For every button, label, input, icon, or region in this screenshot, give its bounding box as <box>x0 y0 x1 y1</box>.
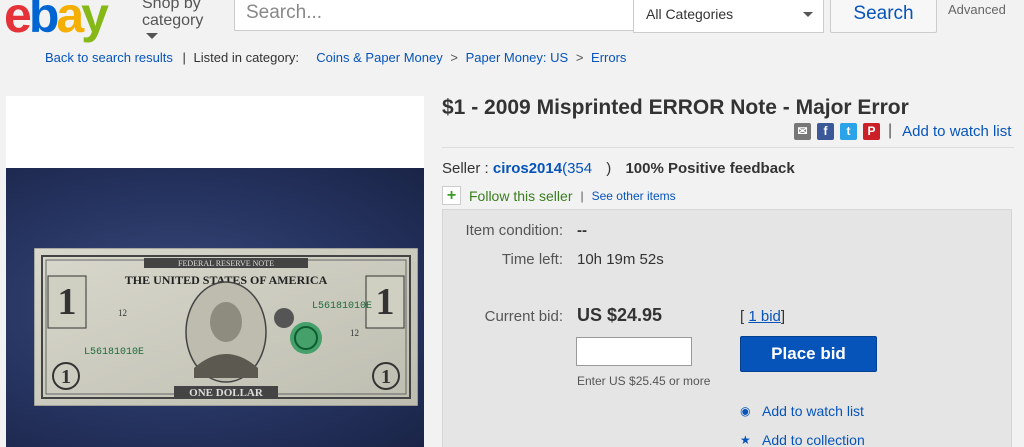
mail-icon[interactable]: ✉ <box>794 122 811 140</box>
add-to-collection-label: Add to collection <box>762 432 865 447</box>
category-select[interactable]: All Categories <box>633 0 824 33</box>
note-numeral: 1 <box>58 281 77 323</box>
positive-feedback: 100% Positive feedback <box>625 160 795 177</box>
seller-score-close: ) <box>606 160 612 177</box>
time-left-value: 10h 19m 52s <box>577 251 664 268</box>
breadcrumb-separator: > <box>575 50 584 65</box>
add-to-watch-list-action[interactable]: ◉ Add to watch list <box>740 403 864 419</box>
item-image-panel: FEDERAL RESERVE NOTE THE UNITED STATES O… <box>6 96 424 447</box>
note-serial-top: L56181010E <box>312 301 372 312</box>
seller-info: Seller : ciros2014(354 ) 100% Positive f… <box>442 160 795 177</box>
logo-letter: a <box>56 0 84 43</box>
follow-seller-link[interactable]: Follow this seller <box>469 188 572 204</box>
current-bid-value: US $24.95 <box>577 305 663 325</box>
share-row: ✉ f t P | Add to watch list <box>794 121 1011 141</box>
bid-count-close: ] <box>780 308 786 325</box>
add-to-watch-list-label: Add to watch list <box>762 403 864 419</box>
follow-pipe: | <box>580 188 584 203</box>
bid-hint: Enter US $25.45 or more <box>577 374 711 388</box>
seller-label: Seller : <box>442 160 489 177</box>
add-to-collection-action[interactable]: ★ Add to collection <box>740 432 865 447</box>
eye-icon: ◉ <box>740 404 751 418</box>
shop-by-category-label: Shop by category <box>142 0 204 29</box>
time-left-label: Time left: <box>501 251 563 268</box>
bid-count: [ 1 bid] <box>740 308 785 325</box>
pinterest-icon[interactable]: P <box>863 122 880 140</box>
dollar-bill-image: FEDERAL RESERVE NOTE THE UNITED STATES O… <box>34 248 418 406</box>
note-serial-bottom: L56181010E <box>84 347 144 358</box>
search-button[interactable]: Search <box>830 0 937 33</box>
chevron-down-icon <box>146 33 158 39</box>
listed-in-label: Listed in category: <box>193 50 300 65</box>
bid-amount-input[interactable] <box>576 337 692 366</box>
breadcrumb-item[interactable]: Coins & Paper Money <box>316 50 442 65</box>
category-select-value: All Categories <box>646 6 734 22</box>
bid-history-link[interactable]: 1 bid <box>748 308 781 325</box>
star-icon: ★ <box>740 433 751 447</box>
advanced-search-link[interactable]: Advanced <box>948 2 1006 17</box>
see-other-items-link[interactable]: See other items <box>592 189 676 203</box>
logo-letter: b <box>28 0 59 43</box>
twitter-icon[interactable]: t <box>840 122 857 140</box>
item-title: $1 - 2009 Misprinted ERROR Note - Major … <box>442 96 909 119</box>
note-plate-number: 12 <box>350 328 359 338</box>
current-bid-label: Current bid: <box>484 308 563 325</box>
note-denomination: ONE DOLLAR <box>189 387 264 399</box>
seller-feedback-score[interactable]: 354 <box>567 160 592 177</box>
ebay-logo[interactable]: ebay <box>4 0 109 43</box>
breadcrumb: Back to search results | Listed in categ… <box>45 50 626 65</box>
note-numeral: 1 <box>376 281 395 323</box>
plus-icon[interactable]: + <box>442 186 461 205</box>
breadcrumb-pipe: | <box>182 50 186 65</box>
seller-name-link[interactable]: ciros2014 <box>493 160 562 177</box>
shop-by-category-button[interactable]: Shop by category <box>142 0 222 39</box>
place-bid-button[interactable]: Place bid <box>740 336 877 372</box>
breadcrumb-item[interactable]: Errors <box>591 50 626 65</box>
breadcrumb-separator: > <box>450 50 458 65</box>
search-input[interactable] <box>234 0 634 31</box>
back-to-results-link[interactable]: Back to search results <box>45 50 173 65</box>
breadcrumb-item[interactable]: Paper Money: US <box>466 50 569 65</box>
note-plate-number: 12 <box>118 308 127 318</box>
condition-value: -- <box>577 222 587 239</box>
chevron-down-icon <box>803 12 813 17</box>
note-numeral: 1 <box>381 366 391 388</box>
logo-letter: e <box>4 0 32 43</box>
bid-count-open: [ <box>740 308 745 325</box>
bid-box: Item condition: -- Time left: 10h 19m 52… <box>442 209 1012 447</box>
share-pipe: | <box>888 122 893 139</box>
add-to-watch-list-link[interactable]: Add to watch list <box>902 123 1011 140</box>
condition-label: Item condition: <box>465 222 563 239</box>
divider <box>442 147 1014 148</box>
logo-letter: y <box>81 0 109 43</box>
follow-row: + Follow this seller | See other items <box>442 186 676 205</box>
note-banner: FEDERAL RESERVE NOTE <box>178 259 274 268</box>
facebook-icon[interactable]: f <box>817 122 834 140</box>
note-numeral: 1 <box>61 366 71 388</box>
item-photo[interactable]: FEDERAL RESERVE NOTE THE UNITED STATES O… <box>6 168 424 447</box>
